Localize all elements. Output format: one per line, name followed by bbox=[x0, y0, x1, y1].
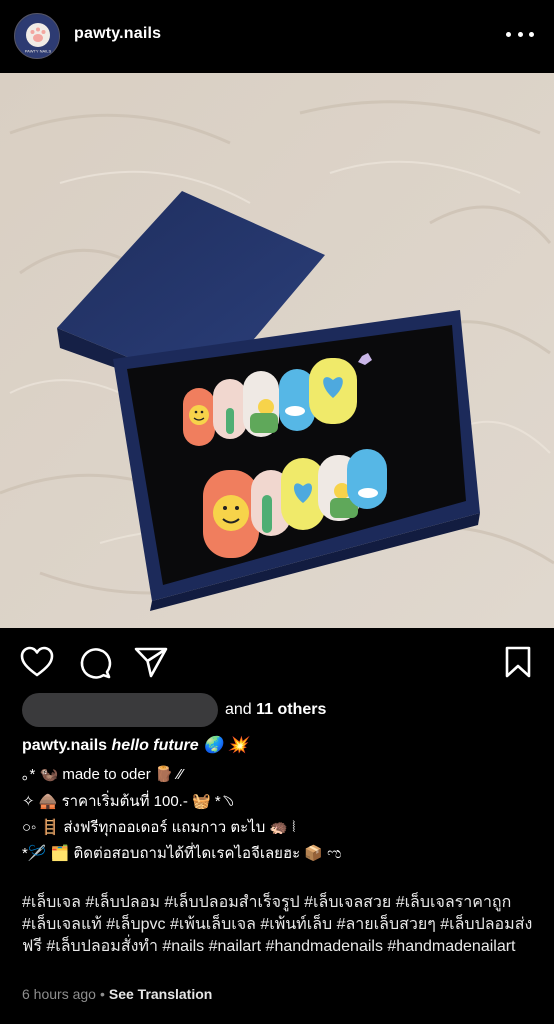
caption-line: ｡* 🦦 made to oder 🪵 ⁄⁄ bbox=[22, 766, 183, 783]
caption-title: hello future 🌏 💥 bbox=[111, 737, 248, 754]
post-timestamp: 6 hours ago bbox=[22, 986, 96, 1002]
caption-line: *🪡 🗂️ ติดต่อสอบถามได้ที่ไดเรคไอจีเลยฮะ 📦… bbox=[22, 845, 342, 862]
caption-username[interactable]: pawty.nails bbox=[22, 737, 107, 754]
meta-separator: • bbox=[99, 986, 105, 1002]
svg-text:PAWTY NAILS: PAWTY NAILS bbox=[25, 49, 52, 54]
caption-header: pawty.nails hello future 🌏 💥 bbox=[22, 735, 247, 755]
paw-logo-icon: PAWTY NAILS bbox=[16, 15, 59, 58]
bookmark-icon[interactable] bbox=[504, 646, 532, 678]
see-translation-link[interactable]: See Translation bbox=[109, 986, 212, 1002]
post-header: PAWTY NAILS pawty.nails bbox=[0, 0, 554, 72]
post-image[interactable] bbox=[0, 73, 554, 628]
heart-icon[interactable] bbox=[20, 646, 54, 678]
caption-hashtags[interactable]: #เล็บเจล #เล็บปลอม #เล็บปลอมสำเร็จรูป #เ… bbox=[22, 892, 542, 958]
comment-icon[interactable] bbox=[78, 646, 112, 680]
caption-line: ✧ 🛖 ราคาเริ่มต้นที่ 100.- 🧺 *﹆ bbox=[22, 793, 236, 810]
send-icon[interactable] bbox=[134, 646, 168, 678]
caption-line: ○◦ 🪜 ส่งฟรีทุกออเดอร์ แถมกาว ตะไบ 🦔 ⦚ bbox=[22, 819, 296, 836]
post-meta: 6 hours ago • See Translation bbox=[22, 986, 212, 1002]
avatar[interactable]: PAWTY NAILS bbox=[14, 13, 60, 59]
post-username[interactable]: pawty.nails bbox=[74, 25, 161, 43]
nail-box-photo bbox=[0, 73, 554, 628]
post-actions bbox=[0, 640, 554, 686]
liked-by-redacted bbox=[22, 693, 218, 727]
more-dots-icon[interactable] bbox=[506, 22, 534, 46]
likes-row: and 11 others bbox=[22, 693, 542, 727]
likes-count[interactable]: and 11 others bbox=[225, 701, 326, 719]
